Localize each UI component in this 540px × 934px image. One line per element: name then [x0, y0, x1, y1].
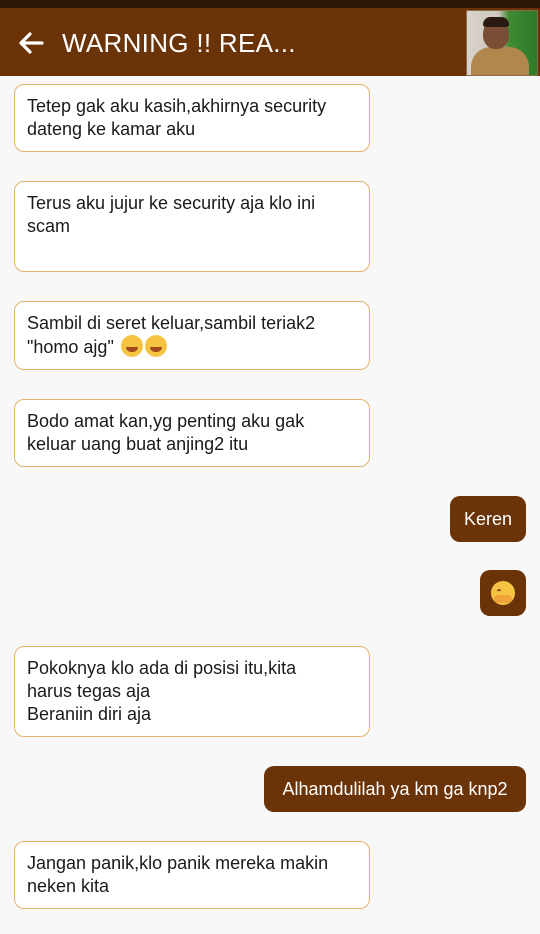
chat-messages-list[interactable]: Tetep gak aku kasih,akhirnya security da…	[0, 76, 540, 934]
rolling-laughing-emoji-icon	[144, 335, 167, 357]
message-text: Tetep gak aku kasih,akhirnya security	[27, 96, 327, 116]
incoming-message[interactable]: Bodo amat kan,yg penting aku gak keluar …	[14, 399, 370, 467]
incoming-message[interactable]: Sambil di seret keluar,sambil teriak2 "h…	[14, 301, 370, 370]
message-text: scam	[27, 216, 71, 236]
incoming-message[interactable]: Terus aku jujur ke security aja klo ini …	[14, 181, 370, 272]
message-text: dateng ke kamar aku	[27, 119, 196, 139]
message-text-with-emoji: "homo ajg"	[27, 335, 357, 359]
app-bar: WARNING !! REA...	[0, 8, 540, 76]
incoming-message[interactable]: Tetep gak aku kasih,akhirnya security da…	[14, 84, 370, 152]
avatar-hair	[483, 17, 509, 27]
incoming-message[interactable]: Jangan panik,klo panik mereka makin neke…	[14, 841, 370, 909]
message-text: Jangan panik,klo panik mereka makin	[27, 853, 329, 873]
outgoing-message[interactable]: Keren	[450, 496, 526, 542]
message-text: "homo ajg"	[27, 337, 114, 357]
message-text: harus tegas aja	[27, 681, 151, 701]
avatar[interactable]	[466, 10, 538, 76]
message-text: Beraniin diri aja	[27, 704, 152, 724]
incoming-message[interactable]: Pokoknya klo ada di posisi itu,kita haru…	[14, 646, 370, 737]
message-text: Terus aku jujur ke security aja klo ini	[27, 193, 316, 213]
outgoing-message[interactable]: Alhamdulilah ya km ga knp2	[264, 766, 526, 812]
avatar-body	[471, 47, 529, 75]
status-bar	[0, 0, 540, 8]
message-text: keluar uang buat anjing2 itu	[27, 434, 249, 454]
message-text: Pokoknya klo ada di posisi itu,kita	[27, 658, 297, 678]
rolling-laughing-emoji-icon	[120, 335, 143, 357]
outgoing-message[interactable]	[480, 570, 526, 616]
message-text: Sambil di seret keluar,sambil teriak2	[27, 313, 316, 333]
hugging-face-emoji-icon	[491, 581, 515, 605]
arrow-left-icon[interactable]	[16, 28, 46, 58]
chat-title[interactable]: WARNING !! REA...	[62, 26, 296, 60]
message-text: Bodo amat kan,yg penting aku gak	[27, 411, 305, 431]
message-text: neken kita	[27, 876, 110, 896]
